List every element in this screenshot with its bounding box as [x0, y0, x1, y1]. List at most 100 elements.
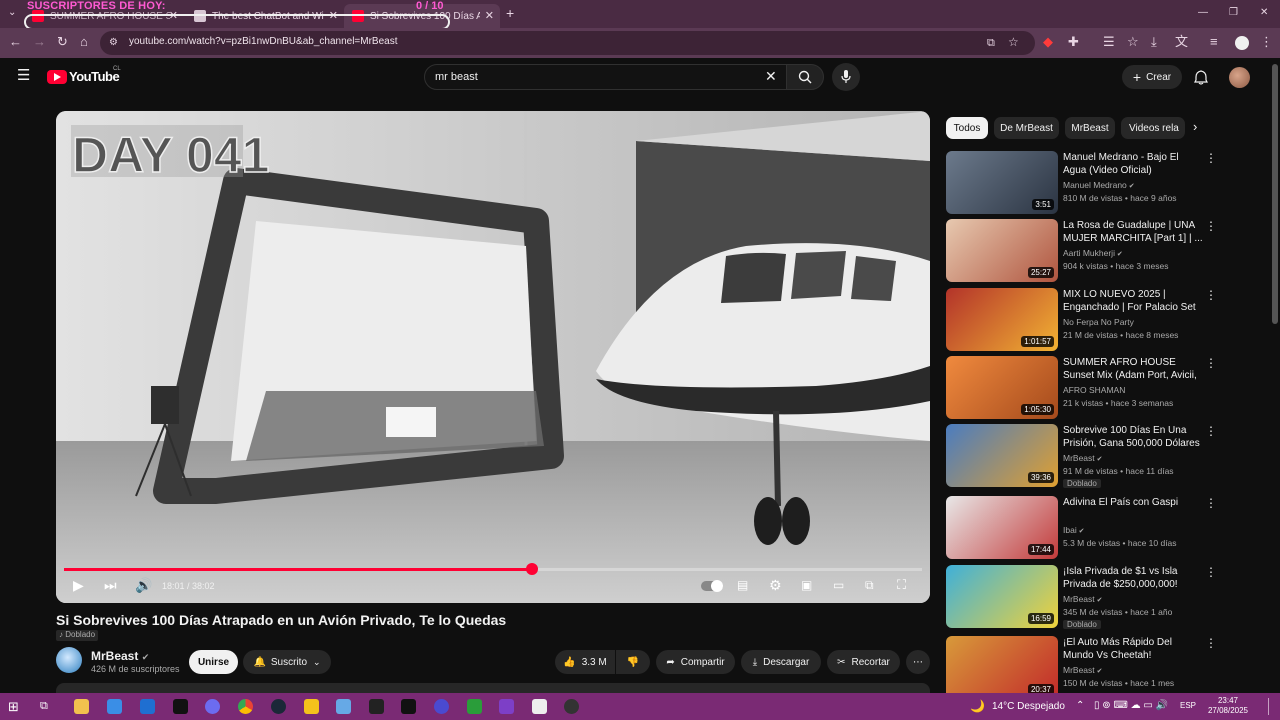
play-icon[interactable]: ▶ — [73, 577, 84, 593]
recommendation-title[interactable]: Manuel Medrano - Bajo El Agua (Video Ofi… — [1063, 151, 1203, 177]
video-thumbnail[interactable]: 20:37 — [946, 636, 1058, 699]
subscribed-button[interactable]: 🔔 Suscrito ⌄ — [243, 650, 331, 674]
more-vertical-icon[interactable]: ⋮ — [1205, 219, 1217, 233]
menu-hamburger-icon[interactable]: ☰ — [17, 68, 30, 83]
join-button[interactable]: Unirse — [189, 650, 238, 674]
close-tab-icon[interactable]: ✕ — [485, 9, 494, 22]
profile-avatar-icon[interactable] — [1235, 36, 1249, 50]
system-clock[interactable]: 23:47 27/08/2025 — [1198, 696, 1258, 716]
voice-search-button[interactable] — [832, 63, 860, 91]
maximize-window-icon[interactable]: ❐ — [1229, 6, 1238, 20]
video-player[interactable]: DAY 041 ▶ ⏭ 🔊 18:01 / 38:02 ▤ ⚙ ▣ ▭ ⧉ ⛶ — [56, 111, 930, 603]
recommendation-title[interactable]: Sobrevive 100 Días En Una Prisión, Gana … — [1063, 424, 1203, 450]
search-button[interactable] — [786, 64, 824, 90]
show-desktop-button[interactable] — [1268, 698, 1276, 715]
notepad-icon[interactable] — [532, 699, 547, 714]
store-icon[interactable] — [107, 699, 122, 714]
progress-bar[interactable] — [64, 563, 922, 575]
subtitles-icon[interactable]: ▤ — [737, 577, 748, 593]
search-box[interactable]: mr beast ✕ — [424, 64, 787, 90]
clip-button[interactable]: ✂ Recortar — [827, 650, 900, 674]
page-scrollbar[interactable] — [1272, 64, 1278, 324]
capcut-icon[interactable] — [369, 699, 384, 714]
forward-icon[interactable]: → — [33, 35, 46, 49]
reading-list-icon[interactable]: ☰ — [1103, 35, 1115, 49]
more-actions-button[interactable]: ⋯ — [906, 650, 930, 674]
more-vertical-icon[interactable]: ⋮ — [1205, 288, 1217, 302]
outlook-icon[interactable] — [140, 699, 155, 714]
home-icon[interactable]: ⌂ — [80, 35, 88, 49]
more-vertical-icon[interactable]: ⋮ — [1205, 496, 1217, 510]
rockstar-icon[interactable] — [304, 699, 319, 714]
cast-icon[interactable]: ⧉ — [865, 577, 874, 593]
more-vertical-icon[interactable]: ⋮ — [1205, 424, 1217, 438]
recommendation-item[interactable]: 16:59 ¡Isla Privada de $1 vs Isla Privada… — [946, 565, 1217, 629]
media-player-icon[interactable] — [467, 699, 482, 714]
input-language[interactable]: ESP — [1180, 701, 1196, 710]
extensions-puzzle-icon[interactable]: ✚ — [1068, 35, 1079, 49]
recommendation-item[interactable]: 17:44 Adivina El País con Gaspi Ibai ✔ 5.3 … — [946, 496, 1217, 560]
more-vertical-icon[interactable]: ⋮ — [1205, 636, 1217, 650]
user-avatar[interactable] — [1229, 67, 1250, 88]
tiktok-icon[interactable] — [401, 699, 416, 714]
close-window-icon[interactable]: ✕ — [1260, 6, 1268, 20]
miniplayer-icon[interactable]: ▣ — [801, 577, 812, 593]
recommendation-channel[interactable]: MrBeast ✔ — [1063, 594, 1102, 604]
tray-app-icons[interactable]: ▯ ⊚ ⌨ ☁ ▭ 🔊 — [1094, 700, 1168, 711]
more-vertical-icon[interactable]: ⋮ — [1205, 565, 1217, 579]
visual-studio-icon[interactable] — [499, 699, 514, 714]
video-thumbnail[interactable]: 17:44 — [946, 496, 1058, 559]
extension-red-icon[interactable]: ◆ — [1043, 35, 1053, 49]
recommendation-channel[interactable]: Aarti Mukherji ✔ — [1063, 248, 1123, 258]
more-vertical-icon[interactable]: ⋮ — [1205, 356, 1217, 370]
volume-icon[interactable]: 🔊 — [135, 577, 152, 593]
reload-icon[interactable]: ↻ — [57, 35, 68, 49]
create-button[interactable]: + Crear — [1122, 65, 1182, 89]
channel-avatar[interactable] — [56, 647, 82, 673]
chip-from-mrbeast[interactable]: De MrBeast — [994, 117, 1059, 139]
file-explorer-icon[interactable] — [74, 699, 89, 714]
address-bar[interactable]: ⚙ youtube.com/watch?v=pzBi1nwDnBU&ab_cha… — [100, 31, 1035, 55]
new-tab-icon[interactable]: + — [506, 6, 514, 20]
downloads-icon[interactable]: ⤓ — [1151, 35, 1157, 49]
recommendation-title[interactable]: La Rosa de Guadalupe | UNA MUJER MARCHIT… — [1063, 219, 1203, 245]
recommendation-item[interactable]: 1:05:30 SUMMER AFRO HOUSE Sunset Mix (Ada… — [946, 356, 1217, 420]
browser-menu-icon[interactable]: ⋮ — [1260, 35, 1273, 49]
video-thumbnail[interactable]: 39:36 — [946, 424, 1058, 487]
video-thumbnail[interactable]: 16:59 — [946, 565, 1058, 628]
windows-start-icon[interactable]: ⊞ — [8, 699, 23, 714]
recommendation-channel[interactable]: Ibai ✔ — [1063, 525, 1085, 535]
obs-icon[interactable] — [564, 699, 579, 714]
youtube-logo-icon[interactable] — [47, 70, 67, 84]
chip-related-videos[interactable]: Videos rela — [1121, 117, 1185, 139]
youtube-logo-text[interactable]: YouTube — [69, 69, 120, 84]
chip-all[interactable]: Todos — [946, 117, 988, 139]
recommendation-channel[interactable]: Manuel Medrano ✔ — [1063, 180, 1135, 190]
steam-icon[interactable] — [271, 699, 286, 714]
app-icon[interactable] — [336, 699, 351, 714]
video-thumbnail[interactable]: 1:01:57 — [946, 288, 1058, 351]
share-button[interactable]: ➦ Compartir — [656, 650, 735, 674]
dislike-button[interactable]: 👎 — [616, 650, 650, 674]
recommendation-channel[interactable]: MrBeast ✔ — [1063, 665, 1102, 675]
chips-next-chevron-icon[interactable]: › — [1193, 119, 1197, 134]
video-thumbnail[interactable]: 1:05:30 — [946, 356, 1058, 419]
clear-search-icon[interactable]: ✕ — [765, 69, 777, 83]
video-thumbnail[interactable]: 25:27 — [946, 219, 1058, 282]
chrome-icon[interactable] — [238, 699, 253, 714]
recommendation-title[interactable]: ¡El Auto Más Rápido Del Mundo Vs Cheetah… — [1063, 636, 1203, 662]
recommendation-item[interactable]: 20:37 ¡El Auto Más Rápido Del Mundo Vs Ch… — [946, 636, 1217, 700]
back-icon[interactable]: ← — [9, 35, 22, 49]
favorites-icon[interactable]: ☆ — [1127, 35, 1139, 49]
download-button[interactable]: ⤓ Descargar — [741, 650, 821, 674]
tray-chevron-icon[interactable]: ⌃ — [1076, 700, 1084, 711]
minimize-window-icon[interactable]: — — [1198, 6, 1208, 20]
tab-actions-icon[interactable]: ≡ — [1210, 35, 1218, 49]
recommendation-item[interactable]: 39:36 Sobrevive 100 Días En Una Prisión, … — [946, 424, 1217, 488]
theater-mode-icon[interactable]: ▭ — [833, 577, 844, 593]
weather-text[interactable]: 14°C Despejado — [992, 701, 1065, 712]
site-info-icon[interactable]: ⚙ — [109, 36, 118, 50]
channel-name[interactable]: MrBeast ✔ — [91, 649, 149, 663]
bookmark-star-icon[interactable]: ☆ — [1008, 35, 1019, 49]
search-input[interactable]: mr beast — [435, 71, 478, 83]
